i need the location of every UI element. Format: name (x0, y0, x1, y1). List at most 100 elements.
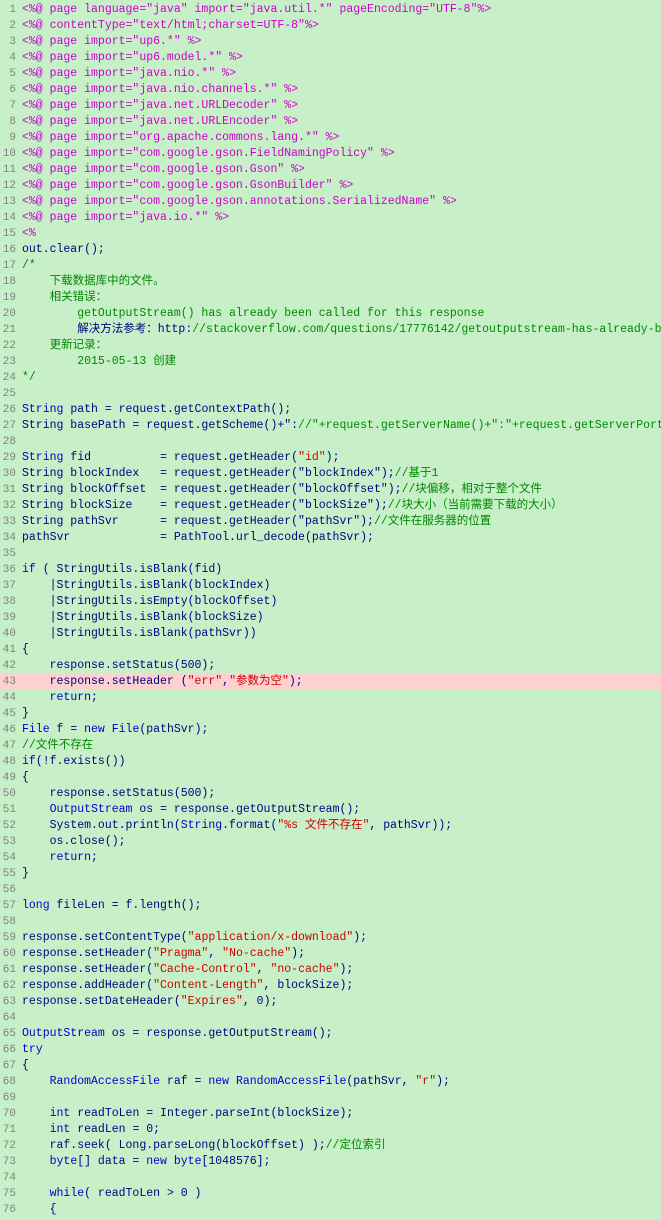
line-content: String basePath = request.getScheme()+":… (22, 418, 661, 434)
line-content: <%@ page import="com.google.gson.FieldNa… (22, 146, 661, 162)
code-line: 33String pathSvr = request.getHeader("pa… (0, 514, 661, 530)
code-line: 17/* (0, 258, 661, 274)
code-line: 75 while( readToLen > 0 ) (0, 1186, 661, 1202)
line-content: OutputStream os = response.getOutputStre… (22, 802, 661, 818)
line-number: 10 (0, 146, 22, 162)
code-line: 62response.addHeader("Content-Length", b… (0, 978, 661, 994)
line-number: 76 (0, 1202, 22, 1218)
line-content: //文件不存在 (22, 738, 661, 754)
line-content (22, 1170, 661, 1186)
line-number: 39 (0, 610, 22, 626)
code-line: 18 下载数据库中的文件。 (0, 274, 661, 290)
code-line: 21 解决方法参考：http://stackoverflow.com/quest… (0, 322, 661, 338)
line-number: 62 (0, 978, 22, 994)
code-editor: 1<%@ page language="java" import="java.u… (0, 0, 661, 1220)
code-line: 59response.setContentType("application/x… (0, 930, 661, 946)
code-line: 53 os.close(); (0, 834, 661, 850)
line-content (22, 546, 661, 562)
line-number: 31 (0, 482, 22, 498)
code-line: 24*/ (0, 370, 661, 386)
line-content: String pathSvr = request.getHeader("path… (22, 514, 661, 530)
line-number: 47 (0, 738, 22, 754)
line-number: 23 (0, 354, 22, 370)
line-content (22, 882, 661, 898)
code-line: 71 int readLen = 0; (0, 1122, 661, 1138)
code-line: 49{ (0, 770, 661, 786)
line-number: 12 (0, 178, 22, 194)
line-content: getOutputStream() has already been calle… (22, 306, 661, 322)
line-number: 22 (0, 338, 22, 354)
line-content: { (22, 1058, 661, 1074)
code-line: 74 (0, 1170, 661, 1186)
line-content: <%@ page import="org.apache.commons.lang… (22, 130, 661, 146)
code-line: 67{ (0, 1058, 661, 1074)
line-number: 60 (0, 946, 22, 962)
line-content: File f = new File(pathSvr); (22, 722, 661, 738)
line-number: 4 (0, 50, 22, 66)
line-content: byte[] data = new byte[1048576]; (22, 1154, 661, 1170)
code-line: 15<% (0, 226, 661, 242)
code-line: 47//文件不存在 (0, 738, 661, 754)
line-number: 42 (0, 658, 22, 674)
line-content: int readToLen = Integer.parseInt(blockSi… (22, 1106, 661, 1122)
line-number: 13 (0, 194, 22, 210)
line-number: 41 (0, 642, 22, 658)
line-number: 19 (0, 290, 22, 306)
line-content: <%@ page import="com.google.gson.Gson" %… (22, 162, 661, 178)
line-number: 75 (0, 1186, 22, 1202)
code-line: 30String blockIndex = request.getHeader(… (0, 466, 661, 482)
line-content: response.setStatus(500); (22, 786, 661, 802)
code-line: 40 |StringUtils.isBlank(pathSvr)) (0, 626, 661, 642)
code-line: 16out.clear(); (0, 242, 661, 258)
code-line: 65OutputStream os = response.getOutputSt… (0, 1026, 661, 1042)
code-line: 58 (0, 914, 661, 930)
code-line: 37 |StringUtils.isBlank(blockIndex) (0, 578, 661, 594)
code-line: 60response.setHeader("Pragma", "No-cache… (0, 946, 661, 962)
code-line: 63response.setDateHeader("Expires", 0); (0, 994, 661, 1010)
line-content: <%@ page import="java.nio.*" %> (22, 66, 661, 82)
code-line: 32String blockSize = request.getHeader("… (0, 498, 661, 514)
line-number: 64 (0, 1010, 22, 1026)
line-number: 55 (0, 866, 22, 882)
line-content: response.setDateHeader("Expires", 0); (22, 994, 661, 1010)
code-line: 2<%@ contentType="text/html;charset=UTF-… (0, 18, 661, 34)
line-content: { (22, 1202, 661, 1218)
line-content: out.clear(); (22, 242, 661, 258)
line-number: 3 (0, 34, 22, 50)
code-line: 31String blockOffset = request.getHeader… (0, 482, 661, 498)
line-content: String fid = request.getHeader("id"); (22, 450, 661, 466)
line-number: 16 (0, 242, 22, 258)
code-line: 36if ( StringUtils.isBlank(fid) (0, 562, 661, 578)
line-number: 53 (0, 834, 22, 850)
line-content: <%@ page import="up6.*" %> (22, 34, 661, 50)
code-line: 55} (0, 866, 661, 882)
line-number: 71 (0, 1122, 22, 1138)
code-line: 44 return; (0, 690, 661, 706)
line-number: 11 (0, 162, 22, 178)
line-number: 67 (0, 1058, 22, 1074)
line-content: |StringUtils.isBlank(blockIndex) (22, 578, 661, 594)
line-number: 38 (0, 594, 22, 610)
line-content: if ( StringUtils.isBlank(fid) (22, 562, 661, 578)
line-content: 解决方法参考：http://stackoverflow.com/question… (22, 322, 661, 338)
line-content: String blockOffset = request.getHeader("… (22, 482, 661, 498)
code-line: 1<%@ page language="java" import="java.u… (0, 2, 661, 18)
code-line: 11<%@ page import="com.google.gson.Gson"… (0, 162, 661, 178)
line-content (22, 1090, 661, 1106)
line-number: 50 (0, 786, 22, 802)
code-line: 20 getOutputStream() has already been ca… (0, 306, 661, 322)
line-content: <% (22, 226, 661, 242)
code-line: 43 response.setHeader ("err","参数为空"); (0, 674, 661, 690)
line-content (22, 386, 661, 402)
code-line: 39 |StringUtils.isBlank(blockSize) (0, 610, 661, 626)
line-number: 66 (0, 1042, 22, 1058)
line-number: 33 (0, 514, 22, 530)
line-number: 74 (0, 1170, 22, 1186)
line-content: <%@ page import="com.google.gson.annotat… (22, 194, 661, 210)
line-number: 34 (0, 530, 22, 546)
code-line: 38 |StringUtils.isEmpty(blockOffset) (0, 594, 661, 610)
line-content: */ (22, 370, 661, 386)
line-number: 63 (0, 994, 22, 1010)
line-number: 25 (0, 386, 22, 402)
line-content: <%@ page import="com.google.gson.GsonBui… (22, 178, 661, 194)
